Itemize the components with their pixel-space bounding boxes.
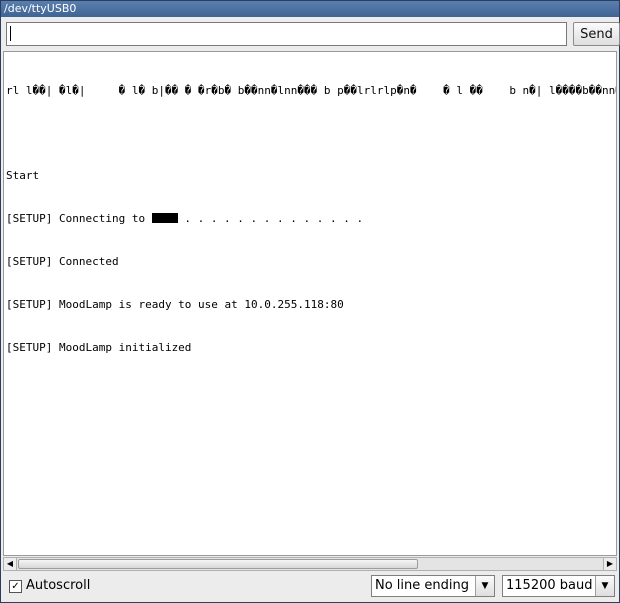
baud-rate-select[interactable]: 115200 baud ▼ [502, 575, 615, 597]
send-row: Send [6, 22, 620, 47]
scroll-right-icon[interactable]: ▶ [603, 558, 616, 570]
output-line-blank [6, 126, 616, 140]
baud-rate-value: 115200 baud [506, 578, 593, 593]
chevron-down-icon[interactable]: ▼ [475, 576, 494, 596]
serial-output[interactable]: rl l��| �l�| � l� b|�� � �r�b� b��nn�lnn… [3, 51, 617, 556]
connecting-text: [SETUP] Connecting to [6, 212, 152, 226]
output-line-initialized: [SETUP] MoodLamp initialized [6, 340, 192, 354]
output-line-ready: [SETUP] MoodLamp is ready to use at 10.0… [6, 298, 344, 312]
scroll-left-icon[interactable]: ◀ [4, 558, 17, 570]
output-lines: rl l��| �l�| � l� b|�� � �r�b� b��nn�lnn… [4, 52, 616, 384]
footer-bar: ✓ Autoscroll No line ending ▼ 115200 bau… [1, 572, 619, 602]
redacted-ssid [151, 213, 178, 224]
connecting-dots: . . . . . . . . . . . . . . [177, 212, 364, 226]
serial-monitor-window: /dev/ttyUSB0 Send rl l��| �l�| � l� b|��… [0, 0, 620, 603]
chevron-down-icon[interactable]: ▼ [595, 576, 614, 596]
line-ending-select[interactable]: No line ending ▼ [371, 575, 495, 597]
output-line-connected: [SETUP] Connected [6, 255, 119, 269]
horizontal-scrollbar[interactable]: ◀ ▶ [3, 557, 617, 571]
text-caret [10, 26, 11, 41]
output-line-garbage: rl l��| �l�| � l� b|�� � �r�b� b��nn�lnn… [6, 83, 617, 97]
autoscroll-checkbox[interactable]: ✓ [9, 580, 22, 593]
send-input[interactable] [6, 22, 567, 46]
line-ending-value: No line ending [375, 578, 469, 593]
scrollbar-thumb[interactable] [18, 559, 418, 569]
output-line-start: Start [6, 169, 40, 183]
window-title: /dev/ttyUSB0 [1, 1, 619, 17]
send-button[interactable]: Send [573, 22, 620, 46]
autoscroll-label[interactable]: Autoscroll [26, 578, 90, 593]
output-line-connecting: [SETUP] Connecting to . . . . . . . . . … [6, 212, 616, 226]
